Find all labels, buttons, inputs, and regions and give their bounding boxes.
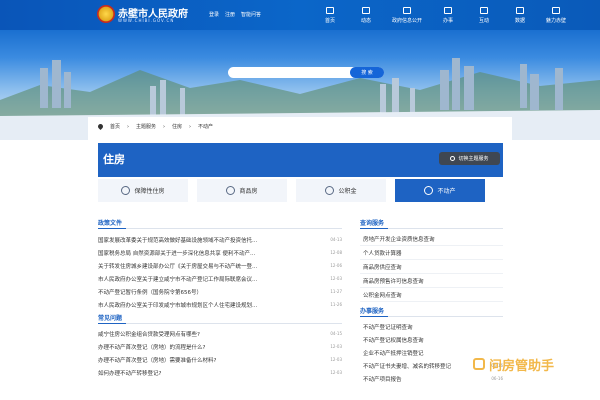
tab-affordable-housing[interactable]: 保障性住房	[98, 179, 188, 202]
faq-heading: 常见问题	[98, 313, 342, 324]
list-item[interactable]: 房地产开发企业资质信息查询	[360, 232, 503, 246]
list-item[interactable]: 不动产登记暂行条例（国务院令第656号） 11-27	[98, 285, 342, 298]
nav-info-disclosure[interactable]: 政府信息公开	[384, 0, 430, 30]
tab-housing-fund[interactable]: 公积金	[296, 179, 386, 202]
register-link[interactable]: 注册	[225, 11, 235, 18]
policy-list: 国家发展改革委关于规范高效做好基础设施领域不动产投资信托... 04-13 国家税…	[98, 233, 342, 311]
tab-real-estate[interactable]: 不动产	[395, 179, 485, 202]
breadcrumb-separator: ›	[189, 123, 192, 130]
search-button[interactable]: 搜 索	[350, 67, 384, 78]
handle-heading: 办事服务	[360, 306, 503, 317]
site-header: 赤壁市人民政府 WWW.CHIBI.GOV.CN 登录 注册 智能问答 首页 动…	[0, 0, 600, 30]
switch-theme-button[interactable]: 切换主题服务	[439, 152, 500, 165]
breadcrumb-theme-service[interactable]: 主题服务	[136, 123, 156, 130]
login-link[interactable]: 登录	[209, 11, 219, 18]
list-item[interactable]: 如何办理不动产转移登记? 12-03	[98, 366, 342, 379]
nav-home[interactable]: 首页	[312, 0, 348, 30]
faq-list: 咸宁住房公积金组合贷款受理网点有哪些? 04-15 办理不动产首次登记（房地）的流…	[98, 327, 342, 379]
page-title-bar: 住房 切换主题服务	[98, 143, 503, 177]
query-heading: 查询服务	[360, 218, 503, 229]
list-item[interactable]: 咸宁住房公积金组合贷款受理网点有哪些? 04-15	[98, 327, 342, 340]
breadcrumb-separator: ›	[127, 123, 130, 130]
building-icon	[226, 186, 236, 195]
breadcrumb-separator: ›	[163, 123, 166, 130]
list-item[interactable]: 公积金网点查询	[360, 288, 503, 302]
nav-service[interactable]: 办事	[430, 0, 466, 30]
site-url: WWW.CHIBI.GOV.CN	[118, 18, 175, 23]
nav-news[interactable]: 动态	[348, 0, 384, 30]
list-item[interactable]: 办理不动产首次登记（房地）需要准备什么材料? 12-03	[98, 353, 342, 366]
news-icon	[362, 6, 370, 14]
list-item[interactable]: 关于转发住房城乡建设部办公厅《关于房屋交易与不动产统一登... 12-06	[98, 259, 342, 272]
list-item[interactable]: 办理不动产首次登记（房地）的流程是什么? 12-03	[98, 340, 342, 353]
home-icon	[326, 6, 334, 14]
info-icon	[403, 6, 411, 14]
search-input[interactable]	[234, 69, 344, 76]
service-icon	[444, 6, 452, 14]
list-item[interactable]: 个人贷款计算器	[360, 246, 503, 260]
chat-icon	[480, 6, 488, 14]
tab-commercial-housing[interactable]: 商品房	[197, 179, 287, 202]
list-item[interactable]: 不动产登记权属信息查询	[360, 333, 503, 346]
list-item[interactable]: 国家发展改革委关于规范高效做好基础设施领域不动产投资信托... 04-13	[98, 233, 342, 246]
list-item[interactable]: 市人民政府办公室关于建立咸宁市不动产登记工作局际联席会议... 12-03	[98, 272, 342, 285]
chat-bubble-icon	[473, 358, 485, 370]
watermark: 问房管助手	[473, 352, 593, 376]
list-item[interactable]: 商品房预售许可信息查询	[360, 274, 503, 288]
main-content: 住房 切换主题服务 保障性住房 商品房 公积金 不动产 政策文件 国家发展改革委…	[88, 136, 512, 400]
left-column: 政策文件 国家发展改革委关于规范高效做好基础设施领域不动产投资信托... 04-1…	[98, 218, 342, 379]
list-item[interactable]: 不动产登记证明查询	[360, 320, 503, 333]
nav-interact[interactable]: 互动	[466, 0, 502, 30]
national-emblem-icon	[97, 5, 115, 23]
breadcrumb-home[interactable]: 首页	[110, 123, 120, 130]
location-pin-icon	[96, 122, 105, 131]
data-icon	[516, 6, 524, 14]
top-links: 登录 注册 智能问答	[209, 11, 261, 18]
category-tabs: 保障性住房 商品房 公积金 不动产	[98, 179, 503, 202]
nav-charm-chibi[interactable]: 魅力赤壁	[538, 0, 574, 30]
main-nav: 首页 动态 政府信息公开 办事 互动 数据 魅力赤壁	[312, 0, 574, 30]
nav-data[interactable]: 数据	[502, 0, 538, 30]
house-icon	[121, 186, 131, 195]
breadcrumb-housing[interactable]: 住房	[172, 123, 182, 130]
breadcrumb: 首页 › 主题服务 › 住房 › 不动产	[88, 117, 512, 136]
smart-qa-link[interactable]: 智能问答	[241, 11, 261, 18]
list-item[interactable]: 市人民政府办公室关于印发咸宁市城市规划区个人住宅建设规划... 11-26	[98, 298, 342, 311]
query-list: 房地产开发企业资质信息查询 个人贷款计算器 商品房供应查询 商品房预售许可信息查…	[360, 232, 503, 302]
city-icon	[552, 6, 560, 14]
fund-icon	[325, 186, 335, 195]
policy-heading: 政策文件	[98, 218, 342, 229]
switch-icon	[450, 156, 456, 161]
page-title: 住房	[103, 153, 125, 166]
list-item[interactable]: 国家税务总局 自然资源部关于进一步深化信息共享 便利不动产... 12-08	[98, 246, 342, 259]
list-item[interactable]: 商品房供应查询	[360, 260, 503, 274]
property-icon	[424, 186, 434, 195]
breadcrumb-current: 不动产	[198, 124, 214, 130]
